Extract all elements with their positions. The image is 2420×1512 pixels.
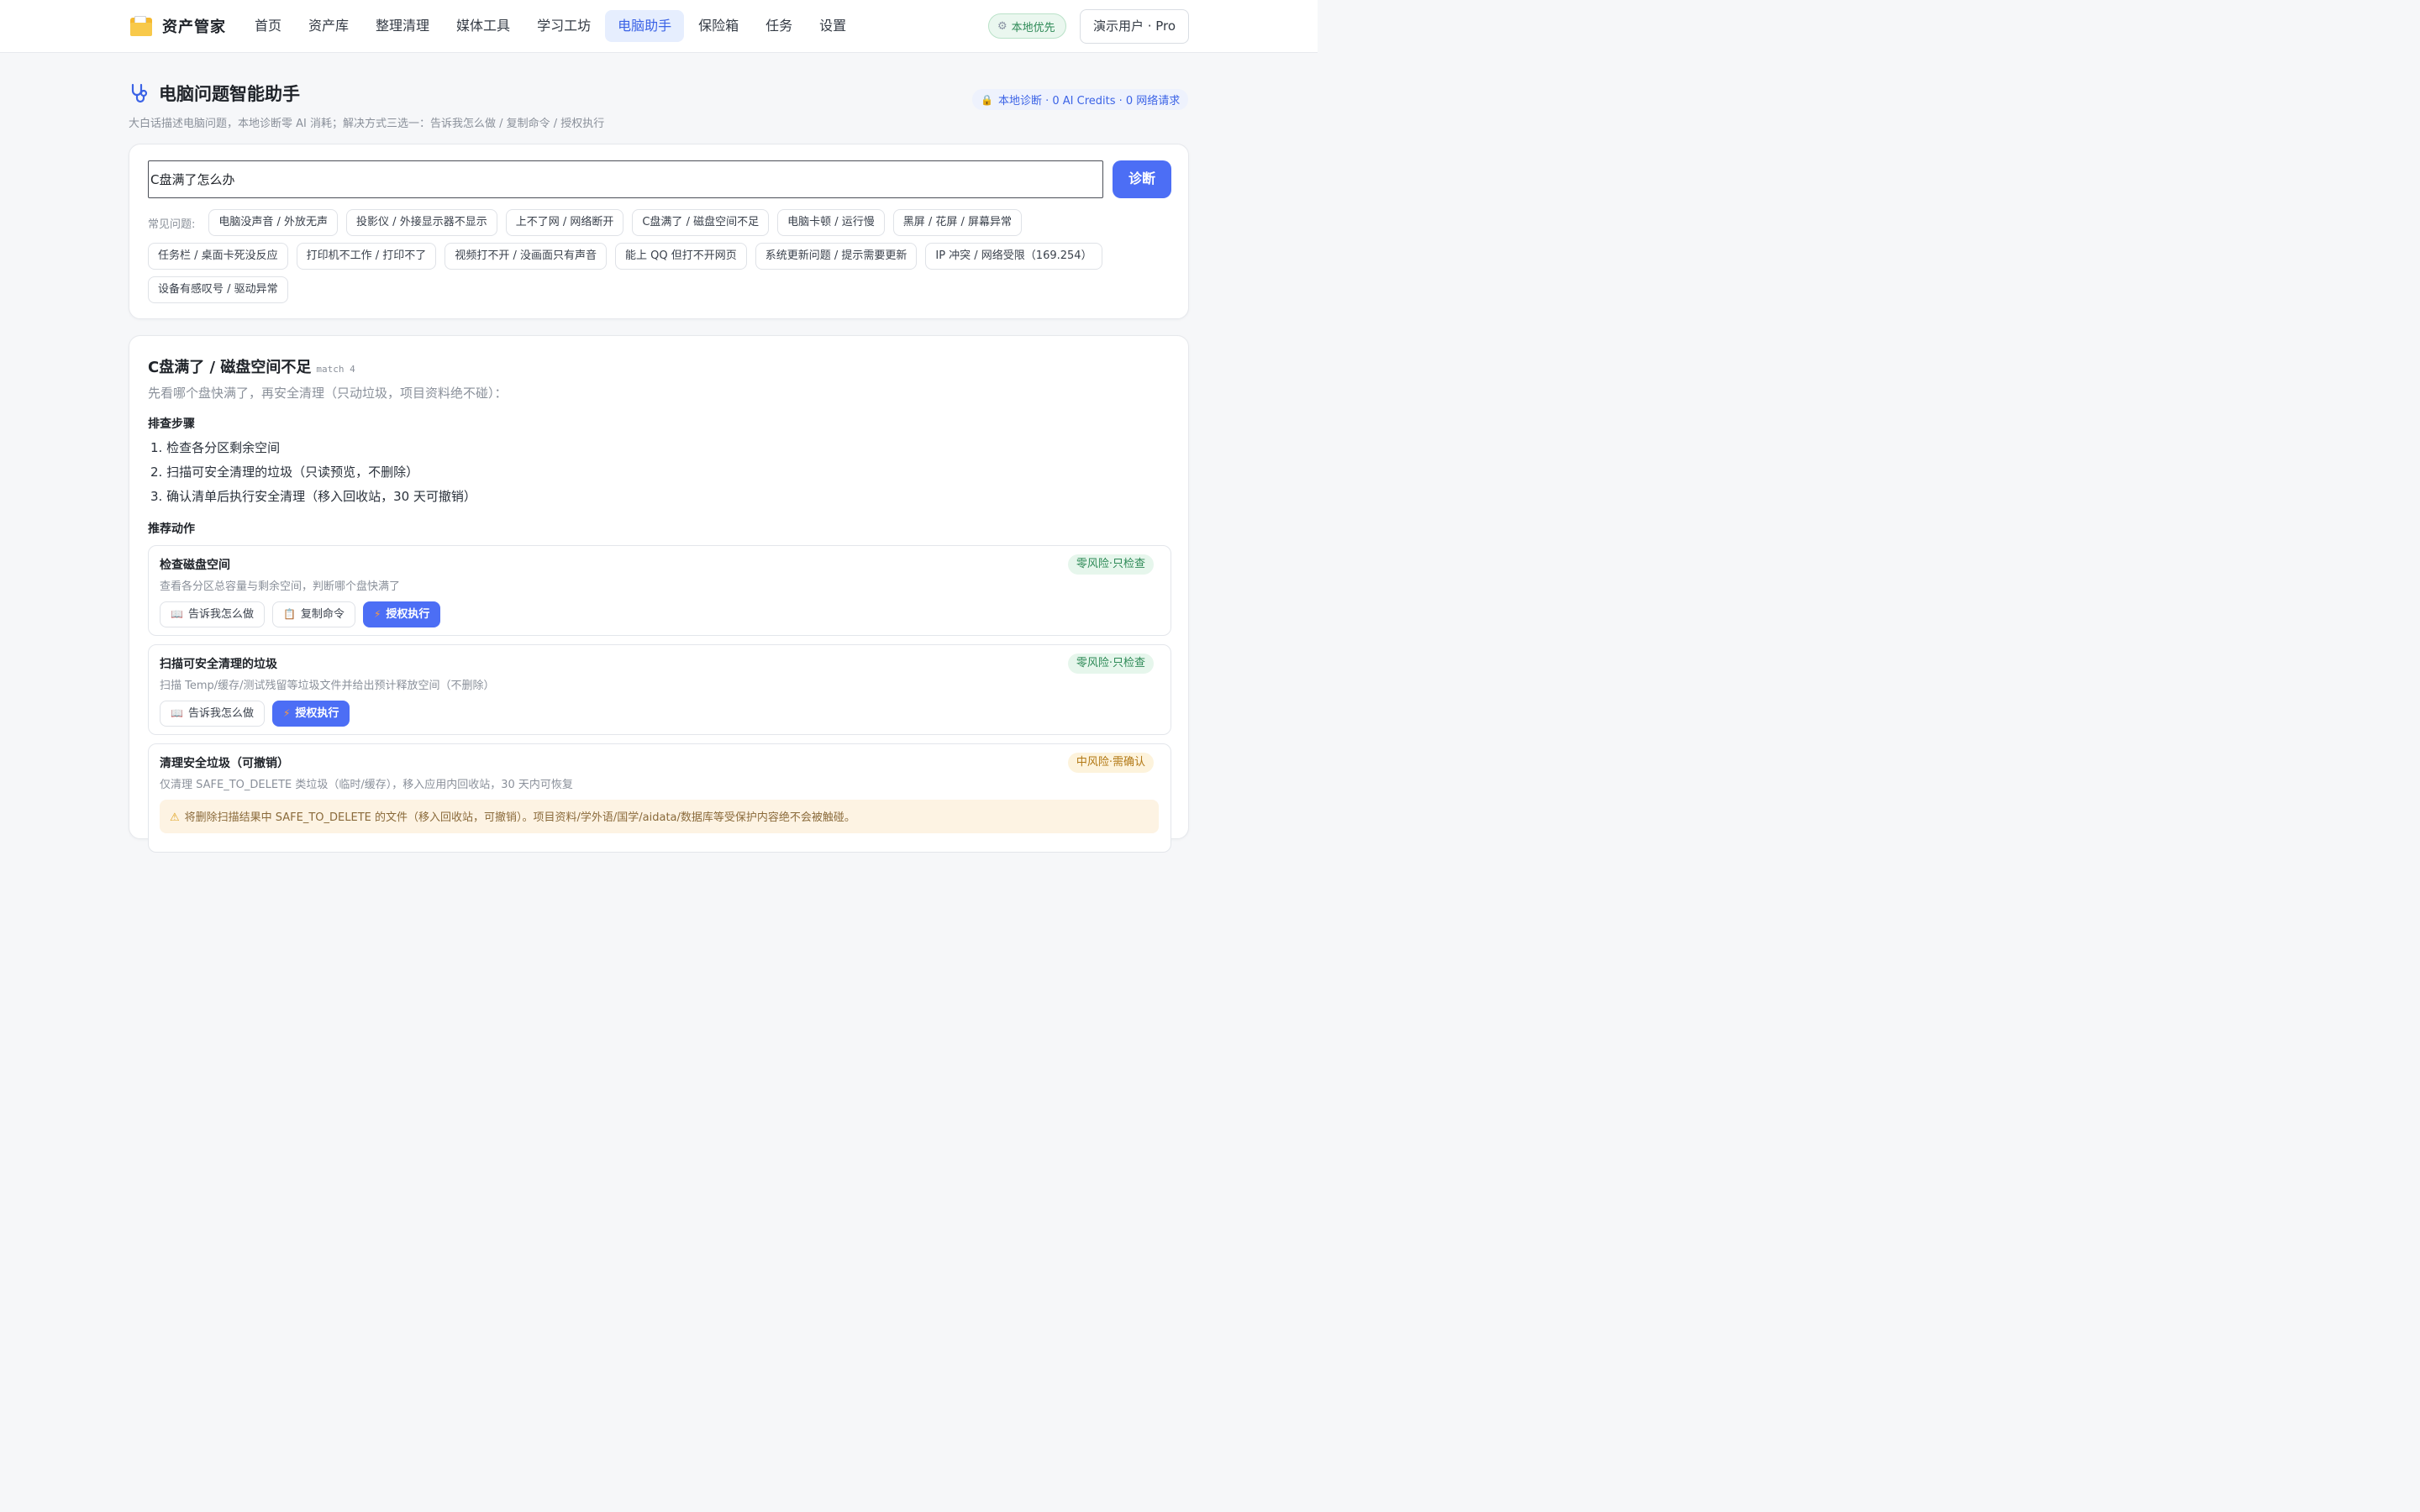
- problem-chip[interactable]: 黑屏 / 花屏 / 屏幕异常: [892, 209, 1023, 236]
- copy-command-button[interactable]: 📋 复制命令: [271, 601, 355, 627]
- lock-icon: 🔒: [981, 93, 993, 106]
- copy-command-label: 复制命令: [300, 608, 345, 621]
- warning-banner: ⚠ 将删除扫描结果中 SAFE_TO_DELETE 的文件（移入回收站，可撤销）。…: [160, 800, 1159, 833]
- authorize-run-label: 授权执行: [295, 707, 339, 720]
- authorize-run-button[interactable]: ⚡ 授权执行: [362, 601, 441, 627]
- problem-chip[interactable]: 上不了网 / 网络断开: [505, 209, 624, 236]
- nav-item-home[interactable]: 首页: [242, 10, 294, 42]
- problem-chip[interactable]: 电脑没声音 / 外放无声: [208, 209, 339, 236]
- warning-icon: ⚠: [170, 811, 180, 824]
- problem-chip[interactable]: 设备有感叹号 / 驱动异常: [148, 276, 288, 303]
- lightning-icon: ⚡: [282, 707, 291, 719]
- problem-chip[interactable]: C盘满了 / 磁盘空间不足: [632, 209, 770, 236]
- action-title: 扫描可安全清理的垃圾: [160, 658, 277, 671]
- step-item: 3. 确认清单后执行安全清理（移入回收站，30 天可撤销）: [150, 489, 476, 504]
- gear-icon: ⚙: [997, 19, 1007, 33]
- steps-list: 1. 检查各分区剩余空间 2. 扫描可安全清理的垃圾（只读预览，不删除） 3. …: [150, 438, 476, 512]
- nav-item-pc-assistant[interactable]: 电脑助手: [605, 10, 685, 42]
- risk-badge: 零风险·只检查: [1067, 654, 1154, 674]
- result-title: C盘满了 / 磁盘空间不足: [148, 359, 312, 376]
- tell-me-how-button[interactable]: 📖 告诉我怎么做: [160, 601, 265, 627]
- action-desc: 扫描 Temp/缓存/测试残留等垃圾文件并给出预计释放空间（不删除）: [160, 680, 495, 692]
- action-card: 清理安全垃圾（可撤销） 仅清理 SAFE_TO_DELETE 类垃圾（临时/缓存…: [148, 743, 1171, 853]
- nav-item-tasks[interactable]: 任务: [753, 10, 805, 42]
- local-first-badge[interactable]: ⚙ 本地优先: [988, 13, 1066, 39]
- common-problems: 常见问题: 电脑没声音 / 外放无声 投影仪 / 外接显示器不显示 上不了网 /…: [148, 209, 1173, 310]
- stethoscope-icon: [131, 83, 148, 103]
- nav-item-media-tools[interactable]: 媒体工具: [444, 10, 523, 42]
- step-item: 1. 检查各分区剩余空间: [150, 440, 281, 455]
- nav-item-settings[interactable]: 设置: [807, 10, 859, 42]
- authorize-run-label: 授权执行: [386, 608, 430, 621]
- page-subtitle: 大白话描述电脑问题，本地诊断零 AI 消耗；解决方式三选一：告诉我怎么做 / 复…: [129, 118, 605, 130]
- steps-heading: 排查步骤: [148, 417, 195, 431]
- problem-chip[interactable]: 打印机不工作 / 打印不了: [296, 243, 437, 270]
- brand[interactable]: 资产管家: [130, 15, 226, 37]
- authorize-run-button[interactable]: ⚡ 授权执行: [271, 701, 350, 727]
- privacy-badge: 🔒 本地诊断 · 0 AI Credits · 0 网络请求: [972, 89, 1189, 110]
- risk-badge: 零风险·只检查: [1067, 554, 1154, 575]
- search-card: 诊断 常见问题: 电脑没声音 / 外放无声 投影仪 / 外接显示器不显示 上不了…: [129, 144, 1189, 319]
- action-title: 清理安全垃圾（可撤销）: [160, 757, 289, 770]
- tell-me-how-label: 告诉我怎么做: [187, 608, 254, 621]
- book-icon: 📖: [171, 608, 183, 620]
- privacy-badge-label: 本地诊断 · 0 AI Credits · 0 网络请求: [997, 95, 1181, 108]
- warning-text: 将删除扫描结果中 SAFE_TO_DELETE 的文件（移入回收站，可撤销）。项…: [184, 811, 855, 824]
- diagnose-button[interactable]: 诊断: [1113, 160, 1171, 198]
- match-tag: match 4: [316, 364, 355, 375]
- step-item: 2. 扫描可安全清理的垃圾（只读预览，不删除）: [150, 465, 419, 480]
- nav-item-organize[interactable]: 整理清理: [363, 10, 442, 42]
- app-name: 资产管家: [162, 18, 226, 36]
- lightning-icon: ⚡: [373, 608, 381, 620]
- nav-item-learning[interactable]: 学习工坊: [524, 10, 603, 42]
- user-menu-button[interactable]: 演示用户 · Pro: [1080, 9, 1189, 44]
- top-nav: 资产管家 首页 资产库 整理清理 媒体工具 学习工坊 电脑助手 保险箱 任务 设…: [0, 0, 1318, 53]
- risk-badge: 中风险·需确认: [1067, 753, 1154, 773]
- diagnosis-result-card: C盘满了 / 磁盘空间不足 match 4 先看哪个盘快满了，再安全清理（只动垃…: [129, 335, 1189, 853]
- folder-icon: [130, 16, 152, 36]
- tell-me-how-button[interactable]: 📖 告诉我怎么做: [160, 701, 265, 727]
- action-card: 扫描可安全清理的垃圾 扫描 Temp/缓存/测试残留等垃圾文件并给出预计释放空间…: [148, 644, 1171, 735]
- book-icon: 📖: [171, 707, 183, 719]
- nav-item-assets[interactable]: 资产库: [296, 10, 361, 42]
- local-first-label: 本地优先: [1011, 21, 1055, 34]
- problem-chip[interactable]: 能上 QQ 但打不开网页: [614, 243, 747, 270]
- problem-chip[interactable]: 投影仪 / 外接显示器不显示: [346, 209, 497, 236]
- problem-chip[interactable]: 电脑卡顿 / 运行慢: [777, 209, 885, 236]
- clipboard-icon: 📋: [282, 608, 296, 620]
- actions-heading: 推荐动作: [148, 522, 195, 536]
- problem-chip[interactable]: 系统更新问题 / 提示需要更新: [755, 243, 918, 270]
- problem-chip[interactable]: 任务栏 / 桌面卡死没反应: [148, 243, 288, 270]
- result-intro: 先看哪个盘快满了，再安全清理（只动垃圾，项目资料绝不碰）：: [148, 386, 508, 401]
- problem-chip[interactable]: 视频打不开 / 没画面只有声音: [445, 243, 607, 270]
- main-nav: 首页 资产库 整理清理 媒体工具 学习工坊 电脑助手 保险箱 任务 设置: [242, 10, 860, 42]
- action-card: 检查磁盘空间 查看各分区总容量与剩余空间，判断哪个盘快满了 零风险·只检查 📖 …: [148, 545, 1171, 636]
- problem-chip[interactable]: IP 冲突 / 网络受限（169.254）: [925, 243, 1102, 270]
- action-desc: 仅清理 SAFE_TO_DELETE 类垃圾（临时/缓存），移入应用内回收站，3…: [160, 779, 573, 791]
- nav-item-vault[interactable]: 保险箱: [686, 10, 751, 42]
- action-title: 检查磁盘空间: [160, 559, 230, 572]
- page-header: 电脑问题智能助手 大白话描述电脑问题，本地诊断零 AI 消耗；解决方式三选一：告…: [129, 81, 604, 130]
- problem-input[interactable]: [148, 160, 1103, 198]
- action-desc: 查看各分区总容量与剩余空间，判断哪个盘快满了: [160, 580, 401, 593]
- tell-me-how-label: 告诉我怎么做: [187, 707, 254, 720]
- common-problems-label: 常见问题:: [148, 218, 196, 231]
- page-title: 电脑问题智能助手: [159, 84, 300, 104]
